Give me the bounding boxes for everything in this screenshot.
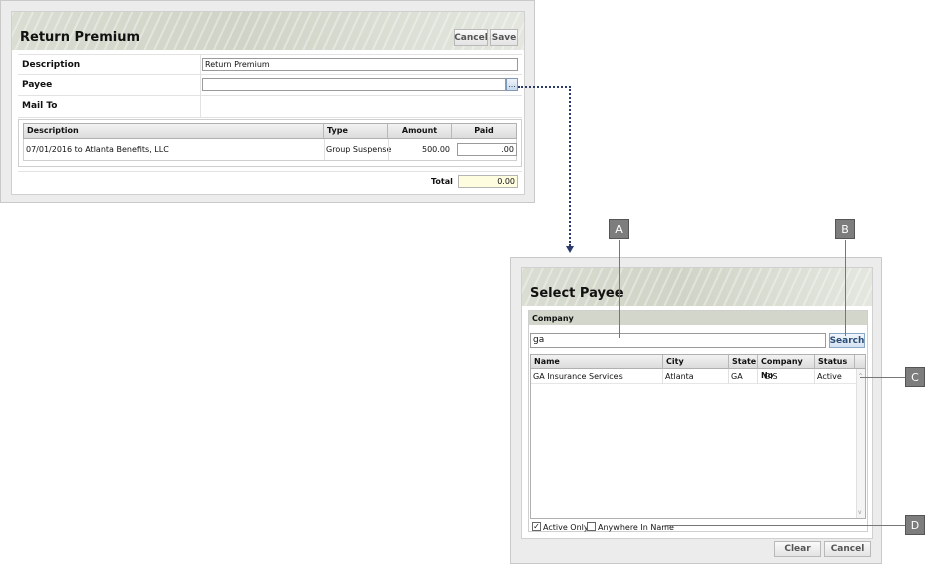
row-city: Atlanta: [665, 372, 694, 381]
section-label: Company: [532, 314, 574, 323]
total-field: 0.00: [458, 175, 518, 188]
company-section: Company ga Search Name City State Compan…: [528, 310, 868, 532]
total-row: Total 0.00: [18, 171, 522, 191]
column-header-state[interactable]: State: [729, 355, 758, 369]
callout-d: D: [905, 515, 925, 535]
connector-line: [518, 86, 571, 88]
payee-grid: Name City State Company No Status GA Ins…: [530, 354, 866, 519]
callout-c: C: [905, 367, 925, 387]
cell-divider: [757, 369, 758, 384]
connector-line: [569, 86, 571, 246]
table-row[interactable]: GA Insurance Services Atlanta GA GIS Act…: [531, 369, 856, 384]
row-divider: [200, 75, 201, 95]
description-field[interactable]: Return Premium: [202, 58, 518, 71]
payee-grid-header: Name City State Company No Status: [530, 354, 866, 380]
row-divider: [200, 96, 201, 117]
search-input[interactable]: ga: [530, 333, 826, 348]
cell-divider: [814, 369, 815, 384]
column-header-city[interactable]: City: [663, 355, 729, 369]
total-label: Total: [431, 177, 453, 186]
ellipsis-icon: ...: [508, 79, 516, 89]
column-header-amount-label: Amount: [401, 126, 438, 135]
clear-button[interactable]: Clear: [774, 541, 821, 557]
cancel-button[interactable]: Cancel: [824, 541, 871, 557]
active-only-label[interactable]: Active Only: [543, 523, 589, 532]
row-state: GA: [731, 372, 743, 381]
column-header-amount[interactable]: Amount: [388, 124, 452, 138]
section-header: Company: [529, 311, 867, 325]
premium-grid: Description Type Amount Paid 07/01/2016 …: [18, 119, 522, 167]
select-payee-panel: Select Payee Company ga Search Name City…: [521, 267, 873, 539]
vertical-scrollbar[interactable]: ^ v: [856, 369, 865, 518]
premium-grid-header: Description Type Amount Paid: [23, 123, 517, 139]
column-header-status[interactable]: Status: [815, 355, 855, 369]
mail-to-row: Mail To: [18, 96, 522, 118]
row-amount: 500.00: [422, 145, 450, 154]
callout-b: B: [835, 219, 855, 239]
cell-divider: [324, 139, 325, 160]
description-row: Description Return Premium: [18, 54, 522, 75]
return-premium-header: Return Premium Cancel Save: [12, 12, 524, 50]
anywhere-in-name-label[interactable]: Anywhere In Name: [598, 523, 674, 532]
column-header-paid-label: Paid: [474, 126, 494, 135]
search-button[interactable]: Search: [829, 333, 865, 348]
payee-field[interactable]: [202, 78, 506, 91]
paid-field[interactable]: .00: [457, 143, 517, 156]
select-payee-window: Select Payee Company ga Search Name City…: [510, 257, 882, 564]
table-row[interactable]: 07/01/2016 to Atlanta Benefits, LLC Grou…: [23, 139, 517, 161]
row-company-no: GIS: [764, 372, 778, 381]
return-premium-panel: Return Premium Cancel Save Description R…: [11, 11, 525, 195]
dialog-title: Select Payee: [530, 286, 624, 301]
page-title: Return Premium: [20, 30, 141, 45]
row-status: Active: [817, 372, 842, 381]
select-payee-header: Select Payee: [522, 268, 872, 306]
scroll-down-icon[interactable]: v: [858, 509, 862, 516]
active-only-checkbox[interactable]: ✓: [532, 522, 541, 531]
row-divider: [200, 55, 201, 74]
checkmark-icon: ✓: [533, 522, 540, 531]
payee-label: Payee: [22, 80, 53, 90]
callout-b-leader: [845, 240, 846, 336]
cell-divider: [728, 369, 729, 384]
payee-lookup-button[interactable]: ...: [506, 78, 518, 91]
callout-a: A: [609, 219, 629, 239]
row-description: 07/01/2016 to Atlanta Benefits, LLC: [26, 145, 169, 154]
return-premium-window: Return Premium Cancel Save Description R…: [0, 0, 535, 203]
anywhere-in-name-checkbox[interactable]: [587, 522, 596, 531]
cell-divider: [662, 369, 663, 384]
column-header-name[interactable]: Name: [531, 355, 663, 369]
payee-row: Payee ...: [18, 75, 522, 96]
column-header-type[interactable]: Type: [324, 124, 388, 138]
save-button[interactable]: Save: [490, 29, 518, 46]
arrow-down-icon: [566, 246, 574, 253]
column-header-description[interactable]: Description: [24, 124, 324, 138]
callout-d-leader: [665, 525, 905, 526]
description-label: Description: [22, 60, 81, 70]
column-header-company-no[interactable]: Company No: [758, 355, 815, 380]
column-header-paid[interactable]: Paid: [452, 124, 516, 138]
cancel-button[interactable]: Cancel: [454, 29, 488, 46]
row-type: Group Suspense: [326, 145, 392, 154]
mail-to-label: Mail To: [22, 101, 58, 111]
callout-c-leader: [860, 377, 905, 378]
row-name: GA Insurance Services: [533, 372, 623, 381]
callout-a-leader: [619, 240, 620, 338]
